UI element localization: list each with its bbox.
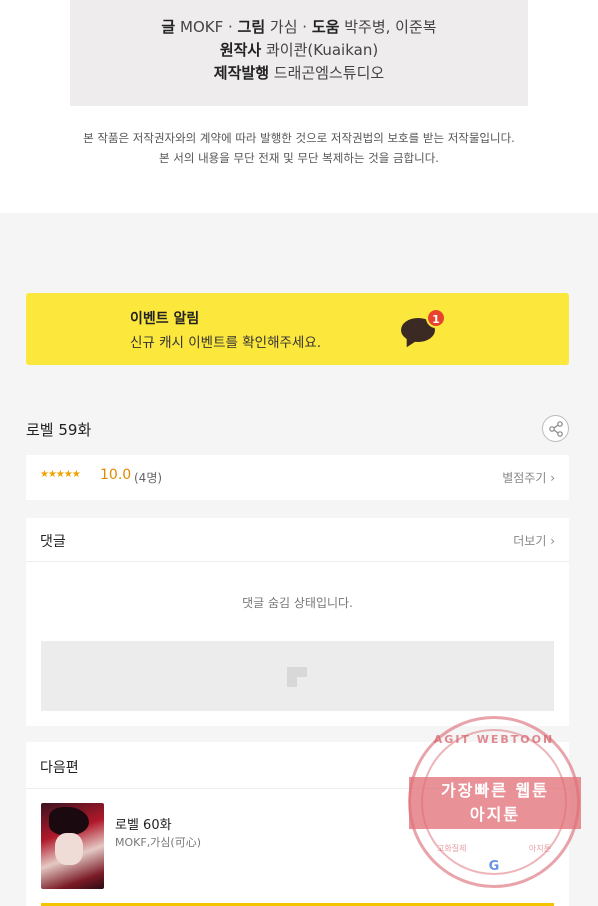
next-episode-title[interactable]: 로벨 60화 (115, 814, 172, 833)
rating-score: 10.0 (100, 467, 132, 483)
credits-box: 글 MOKF · 그림 가심 · 도움 박주병, 이준복 원작사 콰이콴(Kua… (70, 0, 528, 106)
next-episode-thumbnail[interactable] (41, 803, 104, 889)
notification-badge: 1 (426, 308, 446, 328)
event-subtitle: 신규 캐시 이벤트를 확인해주세요. (130, 335, 322, 351)
notice-line-2: 본 서의 내용을 무단 전재 및 무단 복제하는 것을 금합니다. (159, 151, 439, 165)
credits-line-2: 원작사 콰이콴(Kuaikan) (70, 39, 528, 62)
comments-hidden-message: 댓글 숨김 상태입니다. (242, 596, 353, 610)
watermark-line-2: 아지툰 (469, 805, 521, 824)
assist-names: 박주병, 이준복 (344, 18, 437, 36)
comments-title: 댓글 (40, 534, 66, 550)
rate-button[interactable]: 별점주기 › (502, 469, 555, 486)
watermark-banner: 가장빠른 웹툰 아지툰 (409, 777, 581, 829)
share-button[interactable] (542, 415, 569, 442)
event-title: 이벤트 알림 (130, 311, 200, 327)
notice-line-1: 본 작품은 저작권자와의 계약에 따라 발행한 것으로 저작권법의 보호를 받는… (83, 131, 515, 145)
watermark-side-right: 아지툰 (528, 844, 551, 853)
credits-line-3: 제작발행 드래곤엠스튜디오 (70, 62, 528, 85)
watermark-line-1: 가장빠른 웹툰 (441, 781, 549, 800)
credits-line-1: 글 MOKF · 그림 가심 · 도움 박주병, 이준복 (161, 18, 437, 36)
publisher-name: 드래곤엠스튜디오 (273, 64, 385, 82)
next-episode-authors: MOKF,가심(可心) (115, 836, 202, 849)
art-label: 그림 (237, 18, 266, 36)
rating-count: (4명) (134, 471, 163, 485)
comments-card: 댓글 더보기 › 댓글 숨김 상태입니다. (26, 518, 569, 726)
assist-label: 도움 (311, 18, 340, 36)
writer-name: MOKF (180, 18, 224, 36)
event-banner[interactable]: 이벤트 알림 신규 캐시 이벤트를 확인해주세요. 1 (26, 293, 569, 365)
watermark-side-left: 고화질제 (437, 844, 467, 853)
share-icon (549, 421, 563, 437)
next-episode-heading: 다음편 (40, 760, 79, 776)
copyright-notice: 본 작품은 저작권자와의 계약에 따라 발행한 것으로 저작권법의 보호를 받는… (0, 128, 598, 168)
comments-more-link[interactable]: 더보기 › (513, 532, 555, 549)
star-rating-icon: ★★★★★ (40, 469, 81, 480)
comments-header: 댓글 더보기 › (26, 518, 569, 562)
original-label: 원작사 (219, 41, 262, 59)
publisher-label: 제작발행 (213, 64, 269, 82)
original-name: 콰이콴(Kuaikan) (266, 41, 379, 59)
art-name: 가심 (269, 18, 298, 36)
google-icon: G (488, 859, 500, 874)
watermark-arc-text: AGIT WEBTOON (433, 733, 555, 746)
comment-placeholder (41, 641, 554, 711)
writer-label: 글 (161, 18, 176, 36)
credits-section: 글 MOKF · 그림 가심 · 도움 박주병, 이준복 원작사 콰이콴(Kua… (0, 0, 598, 213)
placeholder-icon (287, 667, 307, 687)
episode-title: 로벨 59화 (26, 421, 92, 439)
rating-card: ★★★★★ 10.0 (4명) 별점주기 › (26, 455, 569, 500)
watermark-stamp: AGIT WEBTOON 가장빠른 웹툰 아지툰 고화질제 아지툰 G (408, 716, 581, 888)
